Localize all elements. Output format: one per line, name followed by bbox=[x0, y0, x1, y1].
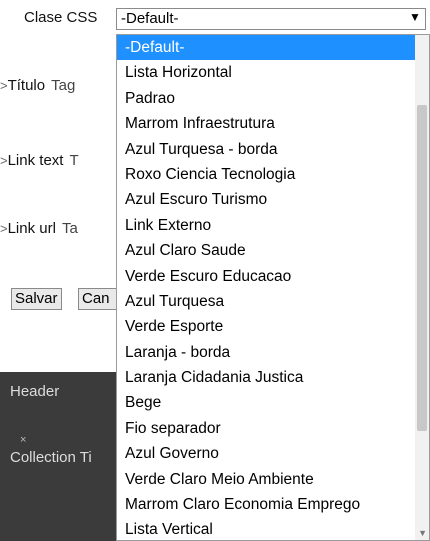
dropdown-option[interactable]: Verde Claro Meio Ambiente bbox=[117, 467, 415, 492]
dropdown-option[interactable]: Azul Turquesa bbox=[117, 289, 415, 314]
dropdown-option[interactable]: Padrao bbox=[117, 86, 415, 111]
scroll-thumb[interactable] bbox=[417, 105, 427, 431]
dropdown-option[interactable]: Fio separador bbox=[117, 416, 415, 441]
layout-panel: Header × Collection Ti bbox=[0, 372, 116, 541]
dropdown-option[interactable]: Lista Horizontal bbox=[117, 60, 415, 85]
scroll-down-icon[interactable]: ▼ bbox=[418, 528, 427, 538]
cancel-button[interactable]: Can bbox=[78, 288, 116, 310]
row-title: >Título Tag bbox=[0, 77, 75, 94]
dropdown-option[interactable]: Azul Turquesa - borda bbox=[117, 137, 415, 162]
row-link-url-label: Link url bbox=[7, 220, 56, 237]
row-link-text: >Link text T bbox=[0, 152, 79, 169]
dropdown-option[interactable]: Verde Esporte bbox=[117, 314, 415, 339]
dropdown-option[interactable]: -Default- bbox=[117, 35, 415, 61]
dropdown-option[interactable]: Marrom Claro Economia Emprego bbox=[117, 492, 415, 517]
css-class-label: Clase CSS bbox=[24, 9, 98, 26]
row-title-hint: Tag bbox=[51, 77, 76, 94]
chevron-right-icon[interactable]: > bbox=[0, 221, 8, 236]
dropdown-option[interactable]: Marrom Infraestrutura bbox=[117, 111, 415, 136]
row-title-label: Título bbox=[7, 77, 46, 94]
row-link-text-label: Link text bbox=[7, 152, 64, 169]
save-button[interactable]: Salvar bbox=[11, 288, 62, 310]
dropdown-option[interactable]: Verde Escuro Educacao bbox=[117, 264, 415, 289]
dropdown-list: -Default- Lista Horizontal Padrao Marrom In… bbox=[117, 35, 415, 540]
close-icon[interactable]: × bbox=[20, 434, 26, 446]
dropdown-option[interactable]: Laranja - borda bbox=[117, 340, 415, 365]
dropdown-option[interactable]: Laranja Cidadania Justica bbox=[117, 365, 415, 390]
dropdown-option[interactable]: Link Externo bbox=[117, 213, 415, 238]
chevron-right-icon[interactable]: > bbox=[0, 153, 8, 168]
dropdown-option[interactable]: Azul Escuro Turismo bbox=[117, 187, 415, 212]
chevron-down-icon[interactable]: ▼ bbox=[409, 10, 421, 24]
dropdown-option[interactable]: Azul Governo bbox=[117, 441, 415, 466]
css-class-dropdown[interactable]: -Default- Lista Horizontal Padrao Marrom In… bbox=[116, 34, 430, 541]
row-link-url: >Link url Ta bbox=[0, 220, 78, 237]
header-label: Header bbox=[10, 383, 60, 400]
dropdown-option[interactable]: Azul Claro Saude bbox=[117, 238, 415, 263]
row-link-text-hint: T bbox=[69, 152, 79, 169]
css-class-select[interactable]: -Default- bbox=[116, 8, 426, 30]
dropdown-scrollbar[interactable]: ▼ bbox=[415, 35, 429, 540]
row-link-url-hint: Ta bbox=[61, 220, 78, 237]
dropdown-option[interactable]: Bege bbox=[117, 390, 415, 415]
chevron-right-icon[interactable]: > bbox=[0, 78, 8, 93]
dropdown-option[interactable]: Lista Vertical bbox=[117, 517, 415, 540]
dropdown-option[interactable]: Roxo Ciencia Tecnologia bbox=[117, 162, 415, 187]
collection-title-label: Collection Ti bbox=[10, 449, 92, 466]
